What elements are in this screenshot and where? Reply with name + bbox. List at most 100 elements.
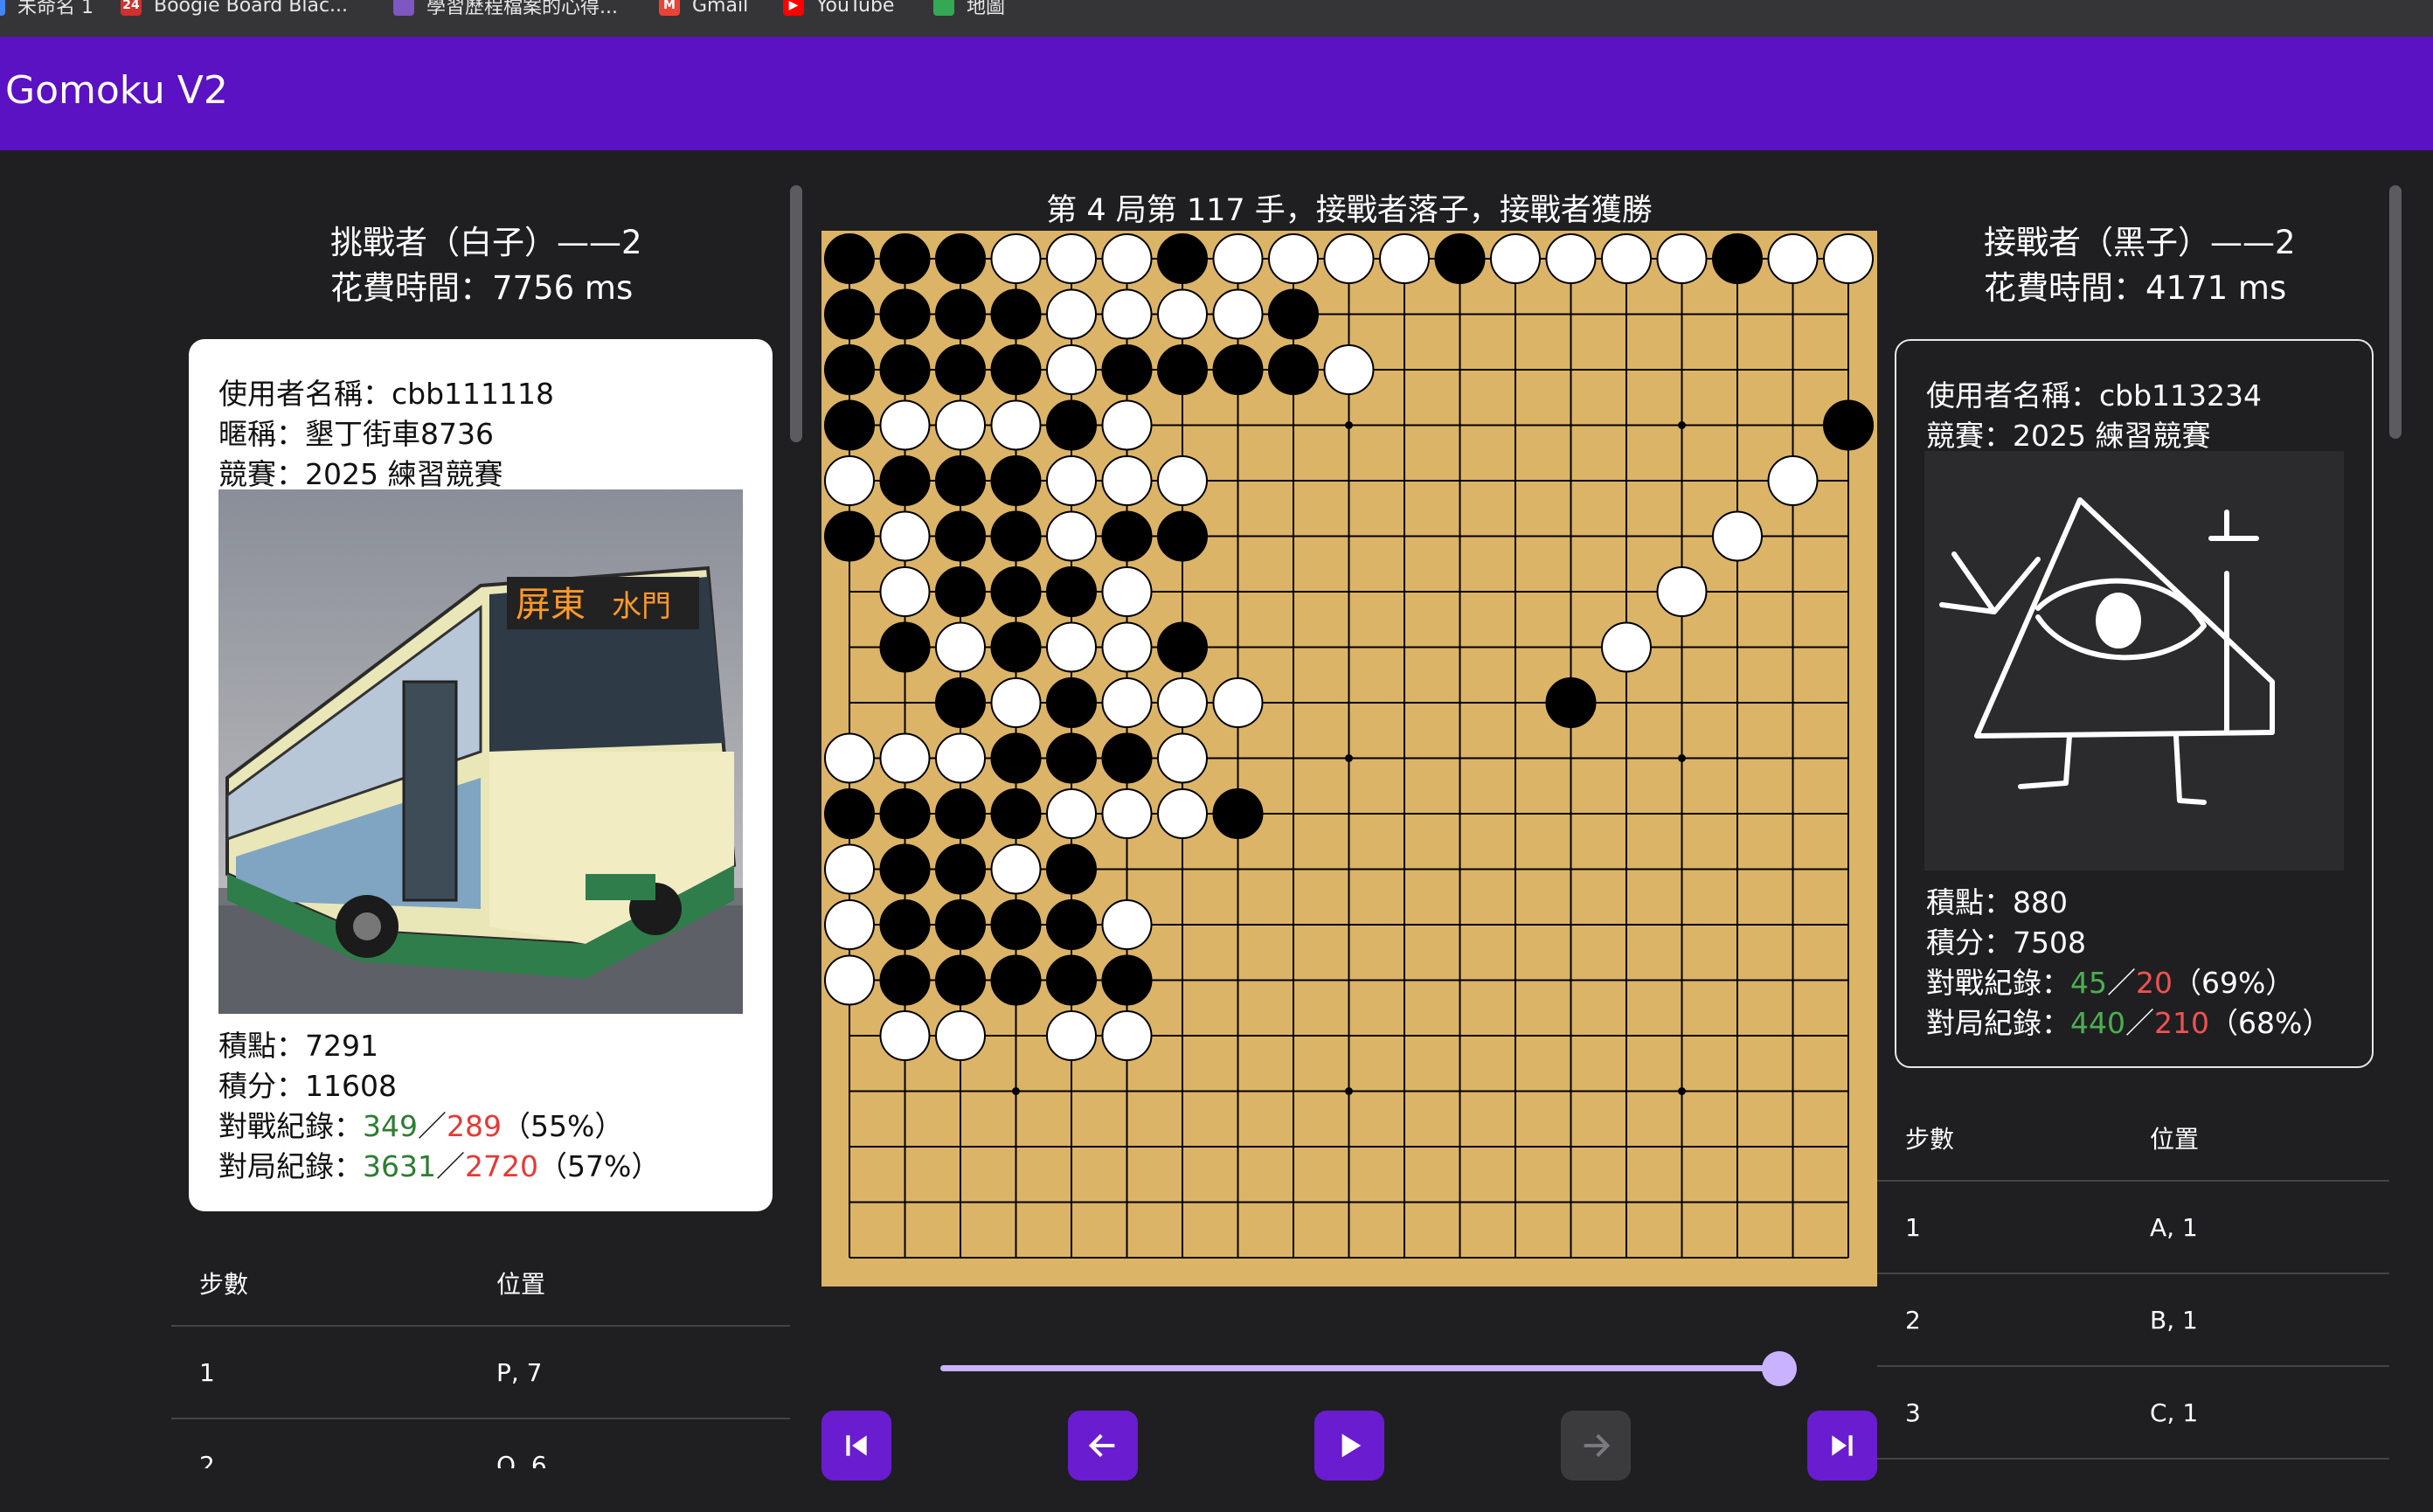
black-stone bbox=[990, 899, 1042, 950]
app-title: Gomoku V2 bbox=[5, 68, 228, 113]
defender-card: 使用者名稱：cbb113234 競賽：2025 練習競賽 積點：880 積分：7… bbox=[1895, 339, 2374, 1068]
left-scrollbar[interactable] bbox=[790, 185, 802, 1470]
white-stone bbox=[1545, 233, 1597, 284]
white-stone bbox=[1046, 455, 1097, 506]
table-row[interactable]: 2 O, 6 bbox=[171, 1419, 790, 1468]
white-stone bbox=[1101, 788, 1153, 839]
black-stone bbox=[1101, 732, 1153, 784]
white-stone bbox=[1712, 510, 1763, 562]
black-stone bbox=[990, 288, 1042, 340]
black-stone bbox=[1046, 399, 1097, 451]
black-stone bbox=[824, 510, 875, 562]
white-stone bbox=[1046, 233, 1097, 284]
black-stone bbox=[935, 455, 986, 506]
white-stone bbox=[1268, 233, 1319, 284]
play-button[interactable] bbox=[1314, 1411, 1384, 1481]
white-stone bbox=[1656, 233, 1708, 284]
black-stone bbox=[935, 233, 986, 284]
bookmark-item[interactable]: ▶ YouTube bbox=[783, 0, 894, 21]
black-stone bbox=[824, 233, 875, 284]
black-stone bbox=[990, 732, 1042, 784]
defender-username: 使用者名稱：cbb113234 bbox=[1926, 378, 2263, 413]
white-stone bbox=[1157, 288, 1208, 340]
defender-game-record: 對局紀錄：440／210（68%） bbox=[1926, 1006, 2332, 1040]
black-stone bbox=[935, 566, 986, 617]
black-stone bbox=[1823, 399, 1874, 451]
black-stone bbox=[1101, 510, 1153, 562]
table-row[interactable]: 1 P, 7 bbox=[171, 1327, 790, 1419]
white-stone bbox=[1601, 621, 1652, 673]
white-stone bbox=[1046, 510, 1097, 562]
replay-slider-thumb[interactable] bbox=[1762, 1351, 1797, 1386]
defender-avatar bbox=[1924, 451, 2344, 870]
challenger-username: 使用者名稱：cbb111118 bbox=[218, 377, 555, 411]
next-move-button[interactable] bbox=[1561, 1411, 1631, 1481]
table-header: 步數 位置 bbox=[1877, 1089, 2389, 1182]
star-point bbox=[1678, 754, 1686, 762]
black-stone bbox=[990, 455, 1042, 506]
white-stone bbox=[935, 732, 986, 784]
white-stone bbox=[879, 1010, 931, 1061]
table-row[interactable]: 3 C, 1 bbox=[1877, 1367, 2389, 1460]
star-point bbox=[1012, 1087, 1020, 1095]
gomoku-board[interactable] bbox=[821, 231, 1877, 1287]
white-stone bbox=[1101, 455, 1153, 506]
challenger-card: 使用者名稱：cbb111118 暱稱：墾丁街車8736 競賽：2025 練習競賽… bbox=[189, 339, 773, 1211]
white-stone bbox=[1101, 677, 1153, 728]
white-stone bbox=[990, 677, 1042, 728]
white-stone bbox=[824, 732, 875, 784]
challenger-game-record: 對局紀錄：3631／2720（57%） bbox=[218, 1149, 661, 1183]
challenger-avatar: 屏東 水門 bbox=[218, 489, 743, 1014]
star-point bbox=[1678, 1087, 1686, 1095]
bookmark-item[interactable]: 24 Boogie Board Blac... bbox=[121, 0, 348, 21]
black-stone bbox=[1212, 344, 1264, 395]
black-stone bbox=[990, 344, 1042, 395]
challenger-title: 挑戰者（白子）——2 bbox=[330, 224, 642, 261]
right-scrollbar-thumb[interactable] bbox=[2389, 185, 2402, 439]
table-row[interactable]: 2 B, 1 bbox=[1877, 1274, 2389, 1367]
play-icon bbox=[1341, 1433, 1362, 1458]
page-icon bbox=[0, 0, 5, 16]
white-stone bbox=[935, 399, 986, 451]
bookmark-item[interactable]: 未命名 1 bbox=[0, 0, 94, 21]
white-stone bbox=[1379, 233, 1430, 284]
replay-slider[interactable] bbox=[940, 1365, 1782, 1371]
bookmark-item[interactable]: 地圖 bbox=[933, 0, 1005, 21]
challenger-header: 挑戰者（白子）——2 花費時間：7756 ms bbox=[330, 220, 642, 311]
white-stone bbox=[1656, 566, 1708, 617]
black-stone bbox=[1046, 566, 1097, 617]
maps-icon bbox=[933, 0, 954, 16]
challenger-moves-table: 步數 位置 1 P, 7 2 O, 6 bbox=[171, 1234, 790, 1468]
table-row[interactable]: 1 A, 1 bbox=[1877, 1182, 2389, 1274]
first-move-button[interactable] bbox=[821, 1411, 891, 1481]
youtube-icon: ▶ bbox=[783, 0, 804, 16]
challenger-time: 花費時間：7756 ms bbox=[330, 269, 634, 307]
site-icon bbox=[393, 0, 414, 16]
black-stone bbox=[879, 899, 931, 950]
black-stone bbox=[824, 288, 875, 340]
challenger-battle-record: 對戰紀錄：349／289（55%） bbox=[218, 1109, 624, 1143]
left-scrollbar-thumb[interactable] bbox=[790, 185, 802, 442]
black-stone bbox=[1046, 954, 1097, 1006]
bookmark-item[interactable]: 學習歷程檔案的心得... bbox=[393, 0, 618, 21]
challenger-points: 積點：7291 bbox=[218, 1029, 378, 1063]
black-stone bbox=[1046, 843, 1097, 895]
black-stone bbox=[935, 788, 986, 839]
svg-text:水門: 水門 bbox=[612, 590, 671, 623]
white-stone bbox=[824, 843, 875, 895]
white-stone bbox=[879, 732, 931, 784]
defender-score: 積分：7508 bbox=[1926, 926, 2086, 960]
last-move-button[interactable] bbox=[1807, 1411, 1877, 1481]
black-stone bbox=[990, 566, 1042, 617]
black-stone bbox=[990, 788, 1042, 839]
board-grid[interactable] bbox=[821, 231, 1877, 1287]
right-scrollbar[interactable] bbox=[2389, 185, 2402, 1470]
white-stone bbox=[879, 399, 931, 451]
white-stone bbox=[1101, 899, 1153, 950]
bookmark-item[interactable]: M Gmail bbox=[659, 0, 748, 21]
black-stone bbox=[935, 510, 986, 562]
prev-move-button[interactable] bbox=[1068, 1411, 1138, 1481]
white-stone bbox=[1046, 621, 1097, 673]
star-point bbox=[1345, 1087, 1353, 1095]
black-stone bbox=[1434, 233, 1486, 284]
